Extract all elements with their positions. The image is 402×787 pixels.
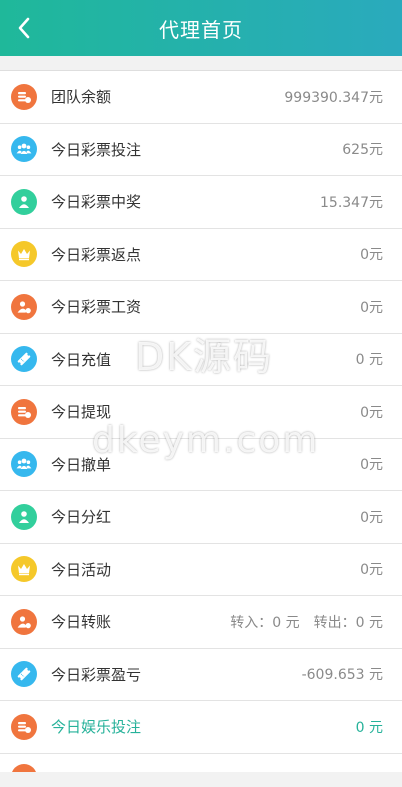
page-title: 代理首页 — [159, 17, 243, 42]
users-icon — [11, 136, 37, 163]
ticket-icon — [11, 661, 37, 688]
list-item[interactable]: 今日娱乐投注 0 元 — [0, 701, 402, 754]
list-item-value: 15.347元 — [320, 194, 383, 211]
list-item-value: 0元 — [360, 299, 383, 316]
list-item-value: 0元 — [360, 562, 383, 579]
list-item[interactable]: 今日活动 0元 — [0, 544, 402, 596]
list-item[interactable]: 今日转账 转入：0 元转出：0 元 — [0, 596, 402, 649]
list-item-label: 今日充值 — [51, 350, 112, 369]
list-item-label: 今日彩票盈亏 — [51, 665, 142, 684]
coins-icon — [11, 713, 37, 740]
list-item[interactable]: 今日彩票中奖 15.347元 — [0, 176, 402, 229]
list-item-label: 今日提现 — [51, 403, 112, 422]
person-icon — [11, 188, 37, 215]
list-item[interactable]: 今日彩票工资 0元 — [0, 281, 402, 334]
list-item-label: 今日彩票工资 — [51, 298, 142, 317]
list-item-value: 0 元 — [355, 719, 383, 736]
list-item-value: 0元 — [360, 404, 383, 421]
list-item-label: 今日娱乐投注 — [51, 718, 142, 737]
crown-icon — [11, 241, 37, 268]
list-item-value: 0 元 — [355, 352, 383, 369]
list-item[interactable]: 今日充值 0 元 — [0, 334, 402, 386]
list-item-label: 今日活动 — [51, 560, 112, 579]
list-item[interactable]: 今日彩票投注 625元 — [0, 124, 402, 176]
list-item[interactable]: 今日彩票盈亏 -609.653 元 — [0, 649, 402, 701]
list-item-value: 0元 — [360, 509, 383, 526]
list-item[interactable]: 今日彩票返点 0元 — [0, 229, 402, 281]
list-item-label: 今日转账 — [51, 613, 112, 632]
list-item-label: 团队余额 — [51, 88, 112, 107]
crown-icon — [11, 556, 37, 583]
ticket-icon — [11, 346, 37, 373]
person-coin-icon — [11, 608, 37, 635]
list-item-value: -609.653 元 — [301, 667, 383, 684]
list-item-label: 今日彩票投注 — [51, 140, 142, 159]
list-item-label: 今日撤单 — [51, 455, 112, 474]
coins-icon — [11, 763, 37, 772]
list-item[interactable]: 今日分红 0元 — [0, 491, 402, 544]
list-item-label: 今日彩票中奖 — [51, 193, 142, 212]
list-item-value: 999390.347元 — [284, 89, 383, 106]
list-item-value: 625元 — [342, 142, 383, 159]
transfer-values: 转入：0 元转出：0 元 — [230, 612, 383, 632]
transfer-in-value: 转入：0 元 — [230, 614, 300, 631]
users-icon — [11, 451, 37, 478]
transfer-out-value: 转出：0 元 — [313, 614, 383, 631]
person-icon — [11, 503, 37, 530]
top-bar: 代理首页 — [0, 0, 402, 56]
stats-list: 团队余额 999390.347元 今日彩票投注 625元 今日彩票中奖 15.347元 今日… — [0, 70, 402, 772]
back-button[interactable] — [8, 12, 40, 44]
chevron-left-icon — [18, 17, 30, 39]
list-item-partial[interactable] — [0, 754, 402, 772]
coins-icon — [11, 83, 37, 110]
coins-icon — [11, 398, 37, 425]
list-item[interactable]: 团队余额 999390.347元 — [0, 71, 402, 124]
list-item[interactable]: 今日提现 0元 — [0, 386, 402, 439]
list-item-value: 0元 — [360, 457, 383, 474]
list-item[interactable]: 今日撤单 0元 — [0, 439, 402, 491]
list-item-label: 今日彩票返点 — [51, 245, 142, 264]
person-coin-icon — [11, 293, 37, 320]
list-item-value: 0元 — [360, 247, 383, 264]
list-item-label: 今日分红 — [51, 508, 112, 527]
